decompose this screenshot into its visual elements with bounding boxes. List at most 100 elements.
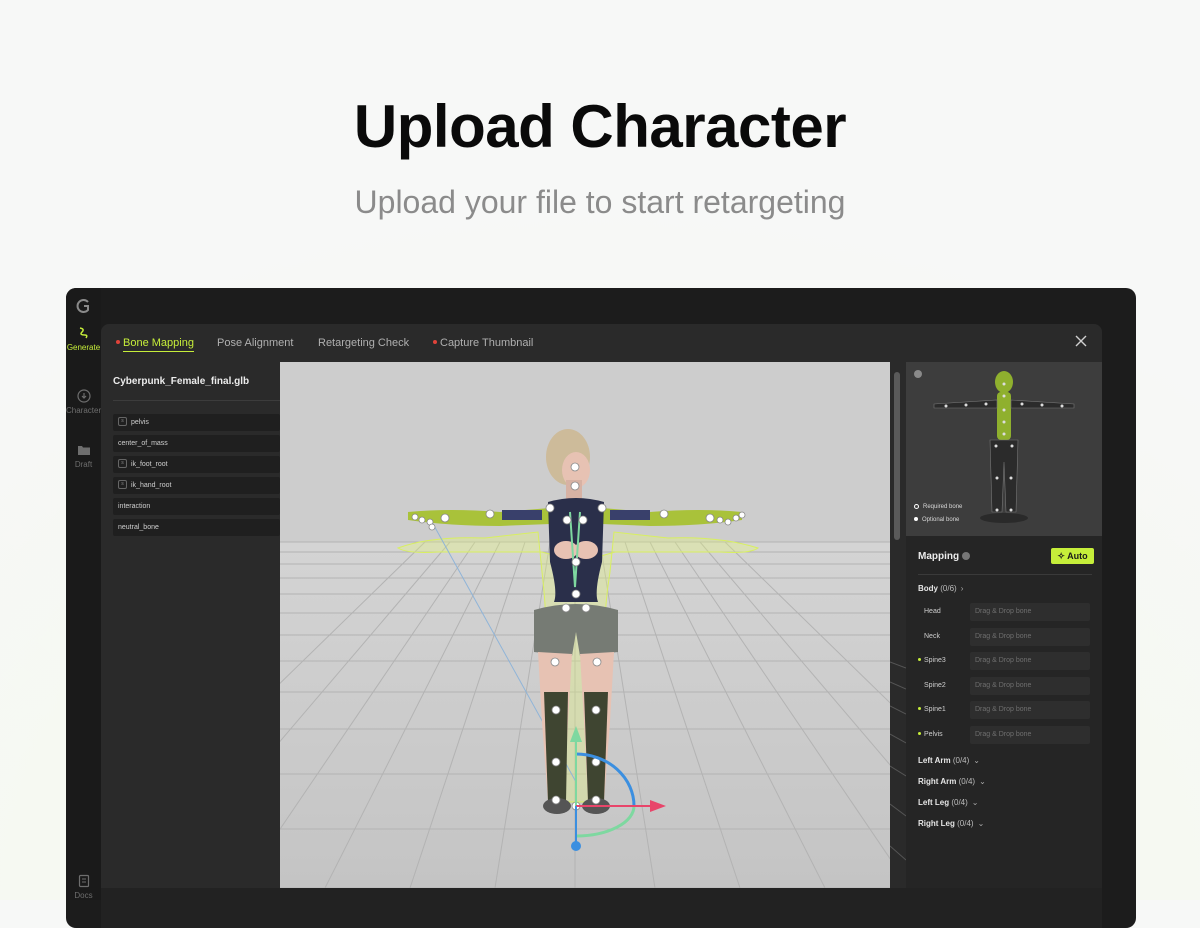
group-label: Left Arm — [918, 756, 951, 765]
download-circle-icon — [76, 389, 91, 403]
group-count: (0/4) — [952, 756, 970, 765]
slot-label-spine3: Spine3 — [918, 657, 968, 664]
hero-subtitle: Upload your file to start retargeting — [354, 184, 846, 220]
required-dot — [918, 657, 921, 661]
close-icon[interactable] — [1074, 334, 1088, 348]
chevron-down-icon: ⌄ — [973, 756, 980, 765]
tab-capture-thumbnail[interactable]: Capture Thumbnail — [433, 337, 533, 349]
bone-label: neutral_bone — [118, 524, 159, 531]
group-label: Body — [918, 584, 938, 593]
mapping-title-text: Mapping — [918, 551, 960, 562]
slot-label-spine2: Spine2 — [918, 682, 968, 689]
legend-marker — [914, 517, 918, 522]
rail-label: Generate — [66, 343, 101, 352]
legend-optional: Optional bone — [914, 517, 959, 523]
slot-label-pelvis: Pelvis — [918, 731, 968, 738]
group-count: (0/4) — [951, 798, 968, 807]
chevron-down-icon: ⌄ — [977, 819, 985, 828]
squiggle-icon — [79, 327, 88, 339]
scrollbar-edge — [890, 661, 906, 861]
required-dot — [918, 731, 921, 735]
sparkle-icon: ✧ — [1057, 551, 1068, 561]
chevron-down-icon: ⌄ — [971, 798, 979, 807]
slot-label-neck: Neck — [918, 633, 968, 640]
slot-input-spine1[interactable]: Drag & Drop bone — [970, 701, 1090, 719]
document-icon — [78, 874, 89, 888]
bone-label: pelvis — [131, 419, 149, 426]
group-label: Left Leg — [918, 798, 950, 807]
alert-dot — [433, 340, 437, 345]
retarget-modal: Bone Mapping Pose Alignment Retargeting … — [101, 324, 1102, 928]
bone-icon: s — [118, 458, 127, 468]
rail-item-draft[interactable]: Draft — [66, 443, 101, 469]
bone-row[interactable]: s pelvis — [113, 414, 280, 431]
app-rail: Generate Character Draft Docs — [66, 288, 101, 900]
bone-icon: s — [118, 479, 127, 489]
slot-text: Spine1 — [924, 706, 946, 713]
divider — [918, 574, 1092, 575]
rail-item-generate[interactable]: Generate — [66, 326, 101, 352]
group-count: (0/6) — [940, 584, 957, 593]
group-left-leg[interactable]: Left Leg (0/4) ⌄ — [918, 798, 979, 807]
group-label: Right Leg — [918, 819, 955, 828]
viewport-scrollbar[interactable] — [890, 362, 906, 888]
hero-title: Upload Character — [353, 93, 847, 160]
slot-text: Neck — [924, 633, 940, 640]
group-left-arm[interactable]: Left Arm (0/4) ⌄ — [918, 756, 980, 765]
file-name: Cyberpunk_Female_final.glb — [113, 376, 250, 387]
auto-button-label: Auto — [1067, 551, 1088, 561]
tab-bone-mapping[interactable]: Bone Mapping — [116, 337, 194, 352]
slot-label-spine1: Spine1 — [918, 706, 968, 713]
info-icon[interactable] — [962, 552, 971, 561]
modal-footer — [101, 888, 1102, 928]
group-count: (0/4) — [958, 777, 976, 786]
group-count: (0/4) — [957, 819, 974, 828]
slot-spacer — [918, 684, 921, 687]
group-right-leg[interactable]: Right Leg (0/4) ⌄ — [918, 819, 984, 828]
slot-input-neck[interactable]: Drag & Drop bone — [970, 628, 1090, 646]
bone-label: interaction — [118, 503, 151, 510]
slot-input-spine3[interactable]: Drag & Drop bone — [970, 652, 1090, 670]
group-label: Right Arm — [918, 777, 957, 786]
slot-input-head[interactable]: Drag & Drop bone — [970, 603, 1090, 621]
bone-list-panel: Cyberpunk_Female_final.glb s pelvis cente… — [101, 362, 280, 928]
tab-label: Pose Alignment — [217, 337, 294, 349]
folder-icon — [77, 446, 90, 455]
bone-row[interactable]: center_of_mass — [113, 435, 280, 452]
viewport-scene[interactable] — [280, 362, 890, 888]
mapping-title: Mapping — [918, 551, 971, 562]
bone-row[interactable]: s ik_hand_root — [113, 477, 280, 494]
bone-row[interactable]: interaction — [113, 498, 280, 515]
auto-button[interactable]: ✧ Auto — [1051, 548, 1094, 564]
rail-label: Docs — [74, 891, 93, 900]
rail-label: Draft — [74, 460, 93, 469]
legend-required: Required bone — [914, 504, 962, 510]
slot-spacer — [918, 610, 921, 613]
3d-viewport[interactable] — [280, 362, 890, 888]
chevron-right-icon: › — [960, 584, 964, 593]
tab-label: Bone Mapping — [123, 337, 194, 352]
skeleton-preview: Required bone Optional bone — [906, 362, 1102, 536]
slot-input-pelvis[interactable]: Drag & Drop bone — [970, 726, 1090, 744]
group-body[interactable]: Body (0/6) › — [918, 584, 963, 593]
alert-dot — [116, 340, 120, 345]
chevron-down-icon: ⌄ — [979, 777, 986, 786]
bone-label: center_of_mass — [118, 440, 168, 447]
bone-label: ik_hand_root — [131, 482, 172, 489]
rail-item-docs[interactable]: Docs — [66, 874, 101, 900]
tab-label: Retargeting Check — [318, 337, 410, 349]
group-right-arm[interactable]: Right Arm (0/4) ⌄ — [918, 777, 986, 786]
slot-text: Spine2 — [924, 682, 946, 689]
mapping-panel: Required bone Optional bone Mapping ✧ Au… — [906, 362, 1102, 928]
slot-text: Head — [924, 608, 941, 615]
slot-spacer — [918, 635, 921, 638]
legend-label: Required bone — [923, 504, 963, 511]
tab-pose-alignment[interactable]: Pose Alignment — [217, 337, 293, 349]
tab-bar: Bone Mapping Pose Alignment Retargeting … — [101, 324, 1102, 362]
bone-row[interactable]: s ik_foot_root — [113, 456, 280, 473]
rail-item-character[interactable]: Character — [66, 389, 101, 415]
tab-retargeting-check[interactable]: Retargeting Check — [318, 337, 409, 349]
bone-row[interactable]: neutral_bone — [113, 519, 280, 536]
slot-input-spine2[interactable]: Drag & Drop bone — [970, 677, 1090, 695]
app-logo[interactable] — [76, 298, 92, 314]
